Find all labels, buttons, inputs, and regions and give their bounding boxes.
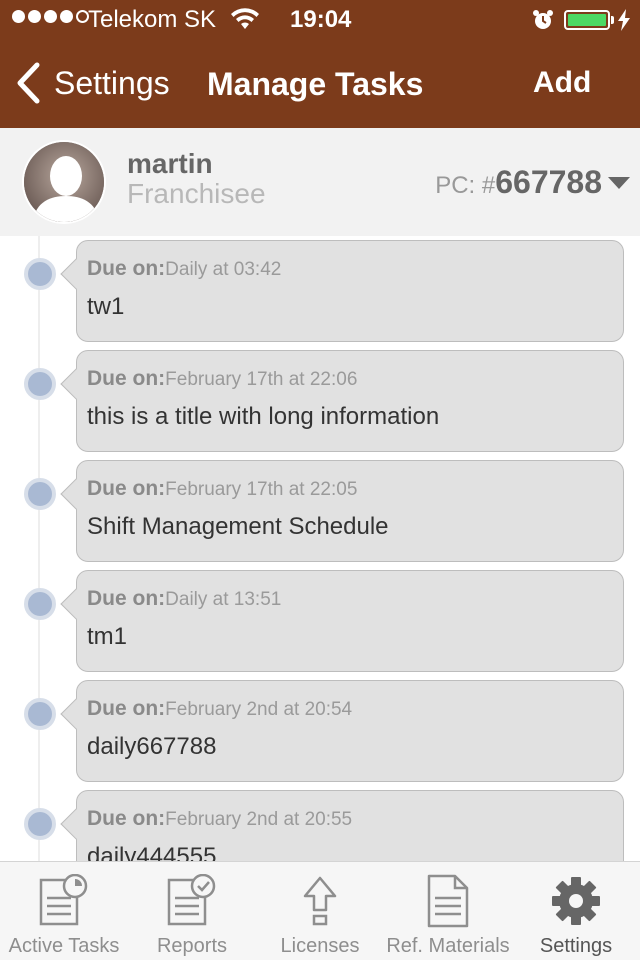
task-card[interactable]: Due on:February 2nd at 20:55 daily444555	[60, 790, 624, 861]
charging-bolt-icon	[618, 9, 630, 31]
task-card[interactable]: Due on:Daily at 03:42 tw1	[60, 240, 624, 342]
pc-selector[interactable]: PC: # 667788	[435, 164, 630, 201]
timeline-dot	[24, 368, 56, 400]
tab-label: Settings	[539, 935, 613, 957]
settings-gear-icon	[552, 877, 600, 925]
status-time: 19:04	[290, 6, 352, 33]
tab-label: Licenses	[280, 935, 360, 957]
tab-reports[interactable]: Reports	[128, 862, 256, 960]
tab-active-tasks[interactable]: Active Tasks	[0, 862, 128, 960]
due-value: February 17th at 22:06	[165, 369, 358, 390]
task-due: Due on:February 17th at 22:06	[87, 367, 357, 391]
tab-label: Ref. Materials	[386, 935, 510, 957]
timeline-dot	[24, 808, 56, 840]
task-item[interactable]: Due on:Daily at 13:51 tm1	[0, 566, 640, 672]
tab-label: Active Tasks	[8, 935, 120, 957]
task-card[interactable]: Due on:February 2nd at 20:54 daily667788	[60, 680, 624, 782]
licenses-icon	[303, 876, 337, 926]
task-card[interactable]: Due on:February 17th at 22:05 Shift Mana…	[60, 460, 624, 562]
task-item[interactable]: Due on:February 2nd at 20:55 daily444555	[0, 786, 640, 861]
task-due: Due on:February 17th at 22:05	[87, 477, 357, 501]
task-item[interactable]: Due on:February 17th at 22:05 Shift Mana…	[0, 456, 640, 562]
back-button-label: Settings	[54, 64, 170, 101]
due-value: February 2nd at 20:54	[165, 699, 353, 720]
task-due: Due on:Daily at 13:51	[87, 587, 281, 611]
task-item[interactable]: Due on:Daily at 03:42 tw1	[0, 236, 640, 342]
task-title: tm1	[87, 623, 128, 650]
due-label: Due on:	[87, 477, 166, 500]
tab-licenses[interactable]: Licenses	[256, 862, 384, 960]
pc-label: PC: #	[435, 172, 496, 199]
task-card[interactable]: Due on:Daily at 13:51 tm1	[60, 570, 624, 672]
tab-label: Reports	[156, 935, 228, 957]
due-label: Due on:	[87, 807, 166, 830]
page-title: Manage Tasks	[207, 66, 424, 102]
user-silhouette-icon	[24, 142, 104, 222]
due-value: Daily at 03:42	[165, 259, 282, 280]
header: Telekom SK 19:04 Settings Manage Tasks A…	[0, 0, 640, 128]
alarm-clock-icon	[533, 10, 553, 29]
user-name: martin	[127, 148, 213, 179]
task-title: this is a title with long information	[87, 403, 440, 430]
task-title: daily667788	[87, 733, 217, 760]
timeline-dot	[24, 698, 56, 730]
user-role: Franchisee	[127, 178, 266, 209]
due-value: February 17th at 22:05	[165, 479, 358, 500]
tab-ref-materials[interactable]: Ref. Materials	[384, 862, 512, 960]
tab-bar: Active Tasks Reports Licenses Ref. Mater…	[0, 861, 640, 960]
due-label: Due on:	[87, 257, 166, 280]
task-due: Due on:February 2nd at 20:55	[87, 807, 352, 831]
carrier-name: Telekom SK	[88, 6, 217, 33]
task-item[interactable]: Due on:February 2nd at 20:54 daily667788	[0, 676, 640, 782]
task-list[interactable]: Due on:Daily at 03:42 tw1 Due on:Februar…	[0, 236, 640, 861]
pc-number: 667788	[495, 164, 602, 200]
due-label: Due on:	[87, 697, 166, 720]
task-due: Due on:Daily at 03:42	[87, 257, 281, 281]
task-card[interactable]: Due on:February 17th at 22:06 this is a …	[60, 350, 624, 452]
due-value: February 2nd at 20:55	[165, 809, 353, 830]
due-label: Due on:	[87, 367, 166, 390]
task-title: tw1	[87, 293, 125, 320]
task-due: Due on:February 2nd at 20:54	[87, 697, 352, 721]
task-title: Shift Management Schedule	[87, 513, 389, 540]
ref-materials-icon	[427, 874, 469, 928]
status-bar: Telekom SK 19:04	[0, 0, 640, 40]
avatar	[22, 140, 106, 224]
battery-icon	[564, 10, 610, 30]
timeline-dot	[24, 258, 56, 290]
timeline-dot	[24, 478, 56, 510]
task-title: daily444555	[87, 843, 217, 861]
signal-strength-icon	[12, 10, 89, 23]
caret-down-icon	[608, 176, 630, 189]
timeline-dot	[24, 588, 56, 620]
task-item[interactable]: Due on:February 17th at 22:06 this is a …	[0, 346, 640, 452]
reports-icon	[167, 874, 216, 926]
chevron-left-icon	[17, 62, 40, 104]
back-button[interactable]: Settings	[16, 62, 170, 104]
battery-tip	[611, 16, 614, 24]
tab-settings[interactable]: Settings	[512, 862, 640, 960]
wifi-icon	[231, 8, 259, 29]
due-label: Due on:	[87, 587, 166, 610]
profile-bar: martin Franchisee PC: # 667788	[0, 128, 640, 236]
add-button[interactable]: Add	[533, 66, 591, 100]
due-value: Daily at 13:51	[165, 589, 282, 610]
active-tasks-icon	[39, 874, 88, 926]
